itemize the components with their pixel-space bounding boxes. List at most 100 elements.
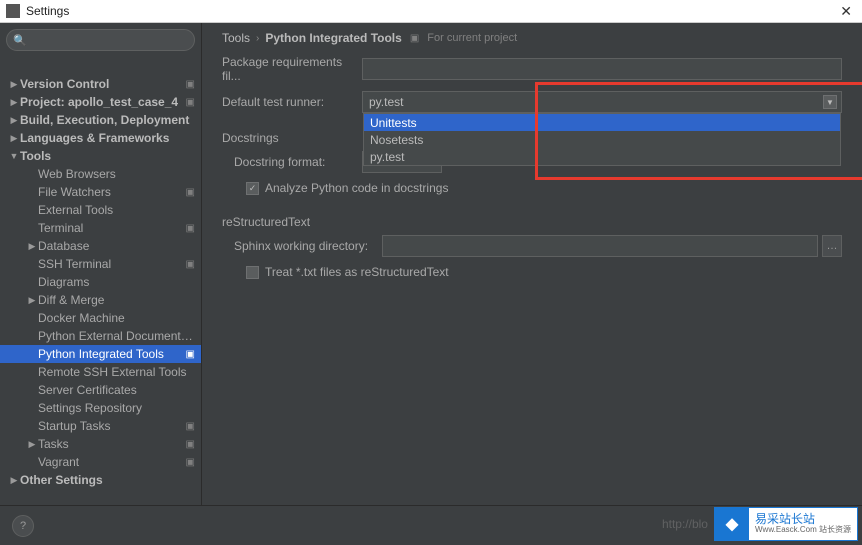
- tree-item-label: Vagrant: [38, 455, 182, 469]
- help-button[interactable]: ?: [12, 515, 34, 537]
- app-icon: [6, 4, 20, 18]
- test-runner-label: Default test runner:: [222, 95, 362, 109]
- tree-item-label: Web Browsers: [38, 167, 195, 181]
- tree-item-label: Terminal: [38, 221, 182, 235]
- tree-item[interactable]: File Watchers ▣: [0, 183, 201, 201]
- tree-item[interactable]: Web Browsers: [0, 165, 201, 183]
- breadcrumb-current: Python Integrated Tools: [265, 31, 401, 45]
- titlebar: Settings ✕: [0, 0, 862, 23]
- breadcrumb: Tools › Python Integrated Tools ▣ For cu…: [222, 31, 842, 45]
- expand-icon[interactable]: ▶: [26, 439, 38, 450]
- dropdown-option[interactable]: py.test: [364, 148, 840, 165]
- tree-item[interactable]: ▼Tools: [0, 147, 201, 165]
- collapse-icon[interactable]: ▼: [8, 151, 20, 161]
- tree-item[interactable]: ▶Project: apollo_test_case_4 ▣: [0, 93, 201, 111]
- project-scope-icon: ▣: [186, 79, 195, 90]
- tree-item-label: Database: [38, 239, 195, 253]
- tree-item-label: Remote SSH External Tools: [38, 365, 195, 379]
- treat-txt-checkbox[interactable]: [246, 266, 259, 279]
- expand-icon[interactable]: ▶: [8, 79, 20, 90]
- tree-item-label: Tasks: [38, 437, 182, 451]
- project-scope-icon: ▣: [186, 187, 195, 198]
- tree-item[interactable]: ▶Other Settings: [0, 471, 201, 489]
- breadcrumb-root[interactable]: Tools: [222, 31, 250, 45]
- test-runner-options: UnittestsNosetestspy.test: [363, 113, 841, 166]
- dropdown-option[interactable]: Nosetests: [364, 131, 840, 148]
- tree-item[interactable]: Server Certificates: [0, 381, 201, 399]
- tree-item-label: Diagrams: [38, 275, 195, 289]
- tree-item[interactable]: ▶Database: [0, 237, 201, 255]
- tree-item[interactable]: ▶Diff & Merge: [0, 291, 201, 309]
- expand-icon[interactable]: ▶: [8, 115, 20, 126]
- treat-txt-label: Treat *.txt files as reStructuredText: [265, 265, 449, 279]
- tree-item-label: Settings Repository: [38, 401, 195, 415]
- tree-item[interactable]: Startup Tasks ▣: [0, 417, 201, 435]
- settings-content: Tools › Python Integrated Tools ▣ For cu…: [202, 23, 862, 505]
- watermark-url: http://blo: [662, 517, 708, 531]
- tree-item-label: Server Certificates: [38, 383, 195, 397]
- watermark-sub: Www.Easck.Com 站长资源: [755, 526, 851, 535]
- tree-item[interactable]: [0, 57, 201, 75]
- tree-item[interactable]: Diagrams: [0, 273, 201, 291]
- project-scope-icon: ▣: [410, 33, 419, 44]
- tree-item-label: SSH Terminal: [38, 257, 182, 271]
- sphinx-input[interactable]: [382, 235, 818, 257]
- dropdown-option[interactable]: Unittests: [364, 114, 840, 131]
- tree-item-label: Tools: [20, 149, 195, 163]
- sphinx-label: Sphinx working directory:: [222, 239, 382, 253]
- tree-item[interactable]: Settings Repository: [0, 399, 201, 417]
- tree-item[interactable]: Vagrant▣: [0, 453, 201, 471]
- tree-item-label: Project: apollo_test_case_4: [20, 95, 182, 109]
- pkg-req-label: Package requirements fil...: [222, 55, 362, 83]
- browse-button[interactable]: …: [822, 235, 842, 257]
- expand-icon[interactable]: ▶: [8, 475, 20, 486]
- search-icon: 🔍: [13, 34, 27, 47]
- tree-item-label: Diff & Merge: [38, 293, 195, 307]
- tree-item[interactable]: Python External Documentation: [0, 327, 201, 345]
- tree-item[interactable]: Docker Machine: [0, 309, 201, 327]
- window-title: Settings: [26, 4, 836, 18]
- project-scope-icon: ▣: [186, 439, 195, 450]
- tree-item[interactable]: ▶Build, Execution, Deployment: [0, 111, 201, 129]
- tree-item[interactable]: SSH Terminal ▣: [0, 255, 201, 273]
- watermark: http://blo ◆ 易采站长站 Www.Easck.Com 站长资源: [662, 507, 858, 541]
- tree-item-label: Docker Machine: [38, 311, 195, 325]
- chevron-right-icon: ›: [256, 33, 259, 44]
- rst-section: reStructuredText: [222, 215, 842, 229]
- project-scope-icon: ▣: [186, 259, 195, 270]
- tree-item-label: File Watchers: [38, 185, 182, 199]
- watermark-icon: ◆: [715, 508, 749, 540]
- tree-item-label: Python Integrated Tools: [38, 347, 182, 361]
- tree-item[interactable]: ▶Tasks ▣: [0, 435, 201, 453]
- tree-item-label: Languages & Frameworks: [20, 131, 195, 145]
- project-scope-icon: ▣: [186, 97, 195, 108]
- chevron-down-icon[interactable]: ▼: [823, 95, 837, 109]
- search-input[interactable]: 🔍: [6, 29, 195, 51]
- expand-icon[interactable]: ▶: [8, 97, 20, 108]
- tree-item-label: Python External Documentation: [38, 329, 195, 343]
- tree-item-label: Startup Tasks: [38, 419, 182, 433]
- settings-tree: ▶Version Control▣▶Project: apollo_test_c…: [0, 57, 201, 505]
- tree-item-label: External Tools: [38, 203, 195, 217]
- settings-sidebar: 🔍 ▶Version Control▣▶Project: apollo_test…: [0, 23, 202, 505]
- tree-item[interactable]: ▶Languages & Frameworks: [0, 129, 201, 147]
- docstring-format-label: Docstring format:: [222, 155, 362, 169]
- tree-item[interactable]: External Tools: [0, 201, 201, 219]
- project-scope-icon: ▣: [186, 349, 195, 360]
- project-scope-icon: ▣: [186, 421, 195, 432]
- close-icon[interactable]: ✕: [836, 3, 856, 20]
- tree-item[interactable]: Remote SSH External Tools: [0, 363, 201, 381]
- expand-icon[interactable]: ▶: [8, 133, 20, 144]
- tree-item[interactable]: Python Integrated Tools ▣: [0, 345, 201, 363]
- analyze-label: Analyze Python code in docstrings: [265, 181, 448, 195]
- breadcrumb-scope: For current project: [427, 32, 517, 44]
- expand-icon[interactable]: ▶: [26, 295, 38, 306]
- tree-item-label: Other Settings: [20, 473, 195, 487]
- analyze-checkbox[interactable]: ✓: [246, 182, 259, 195]
- tree-item-label: Build, Execution, Deployment: [20, 113, 195, 127]
- tree-item[interactable]: ▶Version Control▣: [0, 75, 201, 93]
- expand-icon[interactable]: ▶: [26, 241, 38, 252]
- pkg-req-input[interactable]: [362, 58, 842, 80]
- tree-item[interactable]: Terminal▣: [0, 219, 201, 237]
- test-runner-dropdown[interactable]: py.test ▼ UnittestsNosetestspy.test: [362, 91, 842, 113]
